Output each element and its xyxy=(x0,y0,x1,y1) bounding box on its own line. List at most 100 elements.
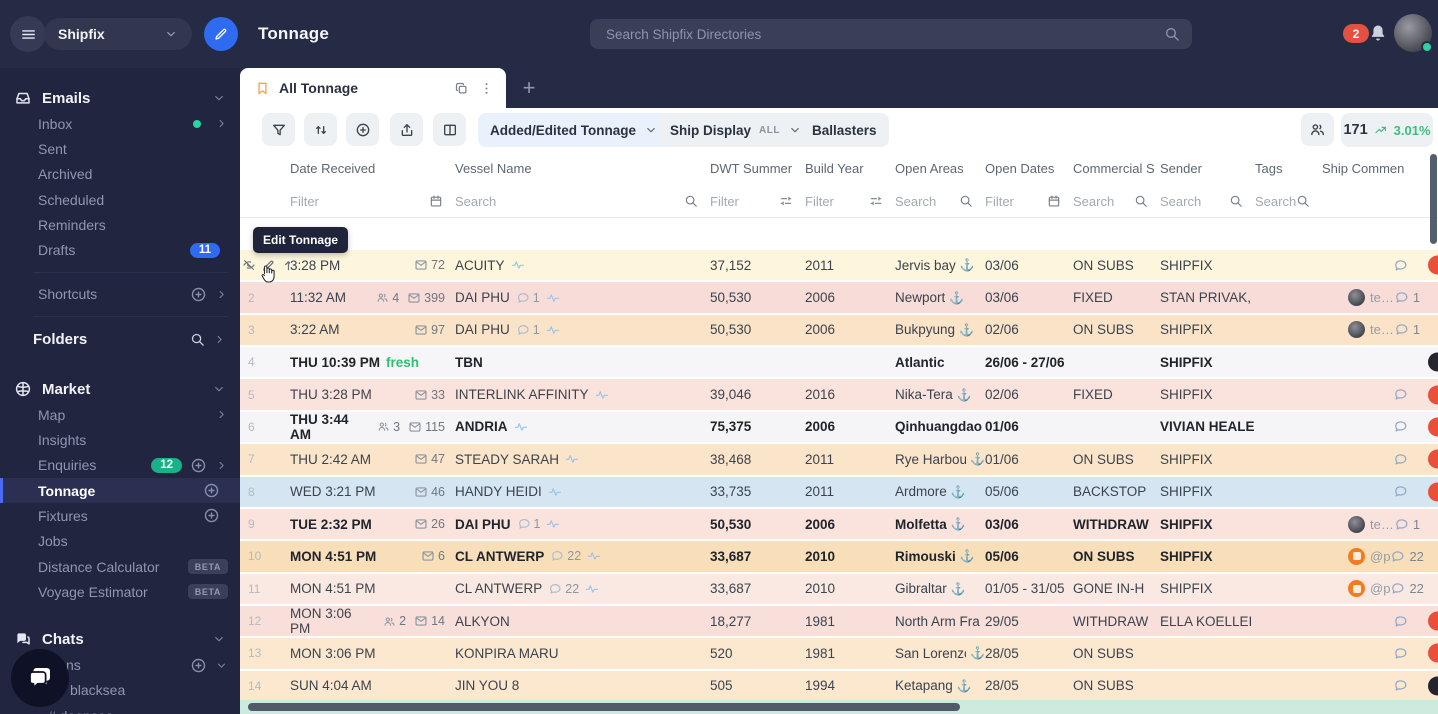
table-row[interactable]: 33:22 AM97DAI PHU150,5302006Bukpyung⚓02/… xyxy=(240,315,1438,347)
vessel-name-cell[interactable]: INTERLINK AFFINITY xyxy=(455,387,710,402)
sidebar-item-drafts[interactable]: Drafts11 xyxy=(0,237,240,262)
column-header-open-dates[interactable]: Open Dates xyxy=(985,161,1073,176)
sidebar-item-shortcuts[interactable]: Shortcuts xyxy=(0,282,240,307)
ship-comments[interactable] xyxy=(1393,614,1408,629)
add-icon[interactable] xyxy=(203,482,220,499)
ship-comments[interactable]: 1 xyxy=(1394,322,1420,337)
vessel-name-cell[interactable]: ANDRIA xyxy=(455,419,710,434)
filter-button[interactable] xyxy=(262,113,295,146)
hide-icon[interactable] xyxy=(242,258,256,272)
ship-comments[interactable] xyxy=(1393,419,1408,434)
column-filter-date-received[interactable]: Filter xyxy=(290,194,455,209)
sidebar-section-folders[interactable]: Folders xyxy=(0,326,240,352)
column-filter-open-dates[interactable]: Filter xyxy=(985,194,1073,209)
table-row[interactable]: 10MON 4:51 PM6CL ANTWERP2233,6872010Rimo… xyxy=(240,541,1438,573)
column-header-vessel-name[interactable]: Vessel Name xyxy=(455,161,710,176)
column-filter-open-areas[interactable]: Search xyxy=(895,194,985,209)
ship-comments[interactable]: 22 xyxy=(1390,549,1423,564)
horizontal-scrollbar-thumb[interactable] xyxy=(248,703,960,711)
contacts-button[interactable] xyxy=(1301,113,1334,146)
added-edited-tonnage-dropdown[interactable]: Added/Edited Tonnage xyxy=(478,113,670,147)
vessel-name-cell[interactable]: STEADY SARAH xyxy=(455,452,710,467)
vessel-name-cell[interactable]: KONPIRA MARU xyxy=(455,646,710,661)
ship-comments[interactable] xyxy=(1393,646,1408,661)
edit-tonnage-icon[interactable] xyxy=(261,258,276,273)
sidebar-item-inbox[interactable]: Inbox xyxy=(0,111,240,136)
duplicate-tab-icon[interactable] xyxy=(454,81,469,96)
add-icon[interactable] xyxy=(190,457,207,474)
tag-chip[interactable]: te… xyxy=(1348,321,1394,338)
notification-badge[interactable]: 2 xyxy=(1343,24,1369,43)
sidebar-item-jobs[interactable]: Jobs xyxy=(0,529,240,554)
tab-options-kebab-icon[interactable] xyxy=(479,81,494,96)
column-filter-tags[interactable]: Search xyxy=(1255,194,1322,209)
sort-button[interactable] xyxy=(304,113,337,146)
ship-comments[interactable]: 22 xyxy=(1390,581,1423,596)
move-up-icon[interactable] xyxy=(281,258,290,273)
add-icon[interactable] xyxy=(203,507,220,524)
bell-icon[interactable] xyxy=(1368,23,1388,43)
ship-comments[interactable] xyxy=(1393,484,1408,499)
sidebar-item-map[interactable]: Map xyxy=(0,402,240,427)
new-tab-button[interactable]: + xyxy=(517,76,541,100)
column-filter-vessel-name[interactable]: Search xyxy=(455,194,710,209)
sidebar-item-archived[interactable]: Archived xyxy=(0,162,240,187)
vessel-name-cell[interactable]: CL ANTWERP22 xyxy=(455,581,710,596)
column-header-commercial-s[interactable]: Commercial S xyxy=(1073,161,1160,176)
user-avatar[interactable] xyxy=(1394,14,1432,52)
column-header-dwt-summer[interactable]: DWT Summer xyxy=(710,161,805,176)
vessel-name-cell[interactable]: TBN xyxy=(455,355,710,370)
chat-widget-button[interactable] xyxy=(11,649,69,707)
add-icon[interactable] xyxy=(190,657,207,674)
tag-chip[interactable]: @p xyxy=(1348,580,1390,597)
vessel-name-cell[interactable]: JIN YOU 8 xyxy=(455,678,710,693)
sidebar-item-voyage-estimator[interactable]: Voyage EstimatorBETA xyxy=(0,579,240,604)
tag-chip[interactable]: @p xyxy=(1348,548,1390,565)
column-filter-build-year[interactable]: Filter xyxy=(805,194,895,209)
sidebar-item-tonnage[interactable]: Tonnage xyxy=(0,478,240,503)
tag-chip[interactable]: te… xyxy=(1348,289,1394,306)
vessel-name-cell[interactable]: ACUITY xyxy=(455,258,710,273)
sidebar-section-market[interactable]: Market xyxy=(0,376,240,402)
hamburger-menu-button[interactable] xyxy=(10,16,46,52)
table-row[interactable]: 14SUN 4:04 AMJIN YOU 85051994Ketapang⚓28… xyxy=(240,671,1438,703)
table-row[interactable]: 13MON 3:06 PMKONPIRA MARU5201981San Lore… xyxy=(240,638,1438,670)
sidebar-item-reminders[interactable]: Reminders xyxy=(0,212,240,237)
sidebar-section-emails[interactable]: Emails xyxy=(0,85,240,111)
add-icon[interactable] xyxy=(190,286,207,303)
table-row[interactable]: 5THU 3:28 PM33INTERLINK AFFINITY39,04620… xyxy=(240,379,1438,411)
horizontal-scrollbar-track[interactable] xyxy=(240,700,1438,714)
tag-chip[interactable]: te… xyxy=(1348,516,1394,533)
ballasters-button[interactable]: Ballasters xyxy=(800,113,889,147)
tab-all-tonnage[interactable]: All Tonnage xyxy=(240,68,506,108)
vessel-name-cell[interactable]: HANDY HEIDI xyxy=(455,484,710,499)
column-header-date-received[interactable]: Date Received xyxy=(290,161,455,176)
table-row[interactable]: 11MON 4:51 PMCL ANTWERP2233,6872010Gibra… xyxy=(240,574,1438,606)
table-row[interactable]: 3:28 PM72ACUITY37,1522011Jervis bay⚓03/0… xyxy=(240,250,1438,282)
ship-comments[interactable] xyxy=(1393,452,1408,467)
add-tonnage-button[interactable] xyxy=(346,113,379,146)
vessel-name-cell[interactable]: DAI PHU1 xyxy=(455,290,710,305)
column-filter-sender[interactable]: Search xyxy=(1160,194,1255,209)
ship-display-dropdown[interactable]: Ship Display ALL xyxy=(658,113,814,147)
column-header-ship-commen[interactable]: Ship Commen xyxy=(1322,161,1438,176)
export-button[interactable] xyxy=(390,113,423,146)
ship-comments[interactable]: 1 xyxy=(1394,517,1420,532)
columns-button[interactable] xyxy=(433,113,466,146)
column-header-sender[interactable]: Sender xyxy=(1160,161,1255,176)
sidebar-item-sent[interactable]: Sent xyxy=(0,136,240,161)
column-header-tags[interactable]: Tags xyxy=(1255,161,1322,176)
vertical-scrollbar-thumb[interactable] xyxy=(1430,154,1437,244)
column-filter-commercial-s[interactable]: Search xyxy=(1073,194,1160,209)
table-row[interactable]: 8WED 3:21 PM46HANDY HEIDI33,7352011Ardmo… xyxy=(240,477,1438,509)
column-header-open-areas[interactable]: Open Areas xyxy=(895,161,985,176)
table-row[interactable]: 7THU 2:42 AM47STEADY SARAH38,4682011Rye … xyxy=(240,444,1438,476)
table-row[interactable]: 6THU 3:44 AM3115ANDRIA75,3752006Qinhuang… xyxy=(240,412,1438,444)
ship-comments[interactable] xyxy=(1393,387,1408,402)
table-row[interactable]: 12MON 3:06 PM214ALKYON18,2771981North Ar… xyxy=(240,606,1438,638)
table-row[interactable]: 9TUE 2:32 PM26DAI PHU150,5302006Molfetta… xyxy=(240,509,1438,541)
column-filter-dwt-summer[interactable]: Filter xyxy=(710,194,805,209)
ship-comments[interactable] xyxy=(1393,258,1408,273)
compose-button[interactable] xyxy=(204,17,238,51)
column-header-build-year[interactable]: Build Year xyxy=(805,161,895,176)
